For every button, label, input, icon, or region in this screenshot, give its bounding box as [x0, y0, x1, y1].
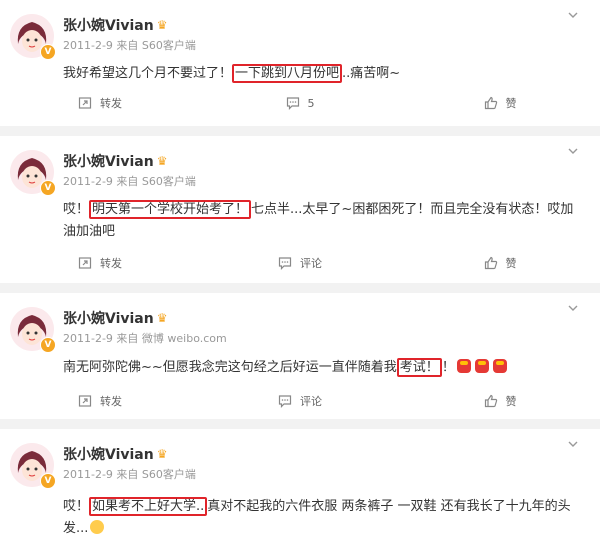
author-name[interactable]: 张小婉Vivian: [63, 444, 154, 464]
post-card: V 张小婉Vivian ♛ 2011-2-9 来自 微博 weibo.com 南…: [0, 293, 600, 419]
post-card: V 张小婉Vivian ♛ 2011-2-9 来自 S60客户端 我好希望这几个…: [0, 0, 600, 126]
author-name[interactable]: 张小婉Vivian: [63, 151, 154, 171]
weibo-feed: V 张小婉Vivian ♛ 2011-2-9 来自 S60客户端 我好希望这几个…: [0, 0, 600, 542]
post-meta: 2011-2-9 来自 S60客户端: [63, 39, 196, 52]
author-row: 张小婉Vivian ♛: [63, 14, 168, 36]
like-icon: [484, 96, 497, 110]
post-text: 哎！ 如果考不上好大学.. 真对不起我的六件衣服 两条裤子 一双鞋 还有我长了十九年…: [63, 496, 583, 540]
action-bar: 转发 5 赞: [0, 91, 600, 115]
comment-icon: [278, 395, 292, 408]
comment-button[interactable]: 5: [200, 91, 400, 115]
chevron-down-icon[interactable]: [568, 146, 578, 156]
comment-label: 评论: [300, 257, 322, 270]
verified-badge-icon: V: [40, 473, 56, 489]
repost-icon: [78, 97, 92, 109]
repost-icon: [78, 395, 92, 407]
like-label: 赞: [505, 97, 517, 110]
verified-badge-icon: V: [40, 44, 56, 60]
candle-emoji-icon: [492, 359, 507, 373]
comment-button[interactable]: 评论: [200, 251, 400, 275]
highlight-box: 考试！: [396, 358, 442, 377]
sweat-emoji-icon: [90, 520, 105, 534]
author-name[interactable]: 张小婉Vivian: [63, 15, 154, 35]
repost-icon: [78, 257, 92, 269]
post-text-before: 哎！: [63, 499, 90, 514]
highlight-box: 一下跳到八月份吧: [232, 64, 343, 83]
comment-button[interactable]: 评论: [200, 389, 400, 413]
like-button[interactable]: 赞: [400, 251, 600, 275]
author-row: 张小婉Vivian ♛: [63, 443, 168, 465]
repost-label: 转发: [100, 395, 122, 408]
comment-icon: [278, 257, 292, 270]
crown-icon: ♛: [156, 154, 168, 168]
post-card: V 张小婉Vivian ♛ 2011-2-9 来自 S60客户端 哎！ 如果考不上…: [0, 429, 600, 542]
verified-badge-icon: V: [40, 337, 56, 353]
like-button[interactable]: 赞: [400, 91, 600, 115]
post-meta: 2011-2-9 来自 微博 weibo.com: [63, 332, 227, 345]
repost-label: 转发: [100, 257, 122, 270]
post-card: V 张小婉Vivian ♛ 2011-2-9 来自 S60客户端 哎！ 明天第一个…: [0, 136, 600, 283]
post-text-before: 我好希望这几个月不要过了！: [63, 66, 233, 81]
like-button[interactable]: 赞: [400, 389, 600, 413]
like-icon: [484, 394, 497, 408]
comment-icon: [286, 97, 299, 110]
action-bar: 转发 评论 赞: [0, 389, 600, 413]
chevron-down-icon[interactable]: [568, 303, 578, 313]
chevron-down-icon[interactable]: [568, 439, 578, 449]
highlight-box: 如果考不上好大学..: [89, 497, 208, 516]
post-meta: 2011-2-9 来自 S60客户端: [63, 175, 196, 188]
chevron-down-icon[interactable]: [568, 10, 578, 20]
author-row: 张小婉Vivian ♛: [63, 307, 168, 329]
post-text-after: ！: [441, 360, 455, 375]
author-row: 张小婉Vivian ♛: [63, 150, 168, 172]
post-meta: 2011-2-9 来自 S60客户端: [63, 468, 196, 481]
post-text-before: 南无阿弥陀佛~~但愿我念完这句经之后好运一直伴随着我: [63, 360, 397, 375]
repost-button[interactable]: 转发: [0, 91, 200, 115]
crown-icon: ♛: [156, 311, 168, 325]
post-text: 南无阿弥陀佛~~但愿我念完这句经之后好运一直伴随着我 考试！！: [63, 357, 583, 379]
post-text: 哎！ 明天第一个学校开始考了！ 七点半...太早了~困都困死了！而且完全没有状态！哎…: [63, 199, 583, 243]
repost-button[interactable]: 转发: [0, 251, 200, 275]
post-text-after: ..痛苦啊~: [342, 66, 401, 81]
comment-count: 5: [307, 96, 315, 110]
repost-label: 转发: [100, 97, 122, 110]
author-name[interactable]: 张小婉Vivian: [63, 308, 154, 328]
verified-badge-icon: V: [40, 180, 56, 196]
crown-icon: ♛: [156, 447, 168, 461]
crown-icon: ♛: [156, 18, 168, 32]
like-icon: [484, 256, 497, 270]
like-label: 赞: [505, 395, 517, 408]
post-text: 我好希望这几个月不要过了！ 一下跳到八月份吧 ..痛苦啊~: [63, 63, 583, 85]
candle-emoji-icon: [474, 359, 489, 373]
post-text-before: 哎！: [63, 202, 90, 217]
comment-label: 评论: [300, 395, 322, 408]
action-bar: 转发 评论 赞: [0, 251, 600, 275]
like-label: 赞: [505, 257, 517, 270]
candle-emoji-icon: [456, 359, 471, 373]
highlight-box: 明天第一个学校开始考了！: [89, 200, 252, 219]
repost-button[interactable]: 转发: [0, 389, 200, 413]
